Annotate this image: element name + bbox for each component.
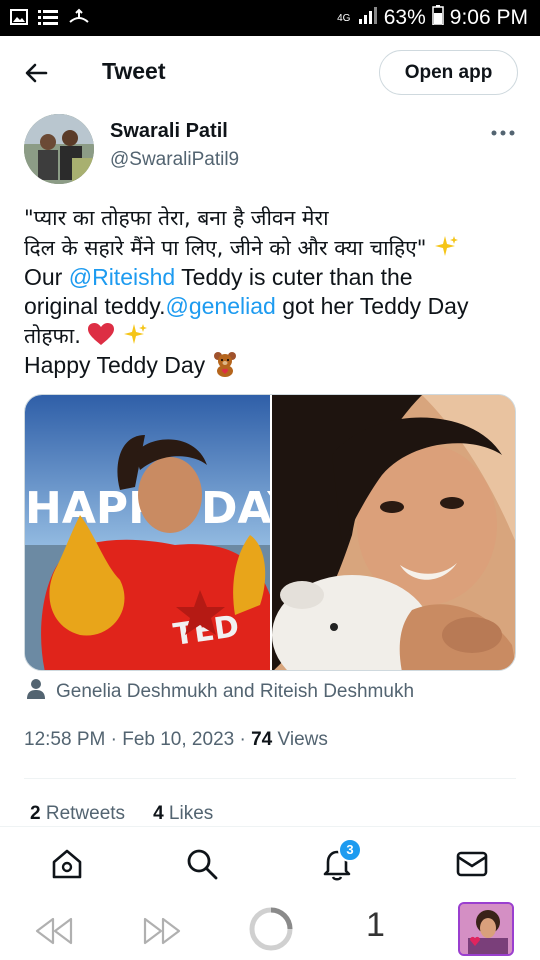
mention-riteishd[interactable]: @Riteishd — [69, 264, 175, 290]
open-app-button[interactable]: Open app — [379, 50, 518, 95]
tweet-line-text: Happy Teddy Day — [24, 352, 206, 378]
tweet-line-text: Our — [24, 264, 69, 290]
list-icon — [38, 9, 58, 30]
rewind-icon[interactable] — [34, 916, 74, 951]
tweet-line: "प्यार का तोहफा तेरा, बना है जीवन मेरा — [24, 206, 329, 230]
tweet-line-text: got her Teddy Day — [275, 293, 469, 319]
tweet-header: Tweet Open app — [0, 36, 540, 110]
signal-icon — [358, 6, 378, 30]
tweet-stats: 2 Retweets 4 Likes — [30, 803, 213, 825]
tagged-people[interactable]: Genelia Deshmukh and Riteish Deshmukh — [26, 678, 414, 706]
battery-icon — [432, 5, 444, 31]
likes-count: 4 — [153, 803, 164, 824]
notification-icons — [10, 8, 90, 31]
likes-stat[interactable]: 4 Likes — [153, 803, 213, 825]
fast-forward-icon[interactable] — [142, 916, 182, 951]
tweet-line: तोहफा. — [24, 321, 524, 351]
back-arrow-icon[interactable] — [22, 58, 52, 88]
notifications-badge: 3 — [338, 838, 362, 862]
browser-toolbar: 1 — [0, 896, 540, 960]
retweets-count: 2 — [30, 803, 41, 824]
tweet-line-text: Teddy is cuter than the — [175, 264, 413, 290]
tweet-line: दिल के सहारे मैंने पा लिए, जीने को और क्… — [24, 233, 524, 263]
tweet-line-text: दिल के सहारे मैंने पा लिए, जीने को और क्… — [24, 236, 427, 260]
sparkles-emoji — [426, 234, 458, 260]
more-options-icon[interactable] — [488, 124, 518, 142]
page-title: Tweet — [102, 58, 166, 84]
bottom-nav: 3 — [0, 826, 540, 896]
tweet-time[interactable]: 12:58 PM — [24, 729, 105, 750]
red-heart-emoji — [81, 322, 122, 348]
home-icon[interactable] — [50, 847, 84, 881]
media-image-riteish[interactable]: HAPPY DAY TED — [25, 395, 300, 670]
divider — [24, 778, 516, 779]
tweet-line: Happy Teddy Day — [24, 351, 524, 380]
battery-percent: 63% — [383, 6, 426, 29]
gallery-icon — [10, 9, 28, 30]
likes-label: Likes — [168, 803, 214, 824]
tweet-date[interactable]: Feb 10, 2023 — [122, 729, 234, 750]
hotspot-icon — [68, 8, 90, 31]
tweet-text: "प्यार का तोहफा तेरा, बना है जीवन मेरा द… — [24, 204, 524, 380]
person-icon — [26, 678, 46, 706]
media-caption-day: DAY — [201, 483, 270, 534]
network-type: 4G — [337, 12, 351, 24]
messages-icon[interactable] — [455, 847, 489, 881]
tab-thumbnail[interactable] — [458, 902, 514, 956]
tweet-line: original teddy.@geneliad got her Teddy D… — [24, 292, 524, 321]
views-label: Views — [277, 729, 328, 750]
teddy-bear-emoji — [212, 352, 238, 378]
tagged-names: Genelia Deshmukh and Riteish Deshmukh — [56, 681, 415, 702]
clock: 9:06 PM — [449, 6, 528, 29]
retweets-stat[interactable]: 2 Retweets — [30, 803, 125, 825]
author-handle[interactable]: @SwaraliPatil9 — [110, 149, 239, 171]
sparkles-emoji — [122, 322, 148, 348]
tweet-line-text: original teddy. — [24, 293, 166, 319]
avatar[interactable] — [24, 114, 94, 184]
loading-spinner-icon[interactable] — [248, 906, 294, 957]
tweet-line-text: तोहफा. — [24, 324, 81, 348]
author-name[interactable]: Swarali Patil — [110, 120, 228, 143]
views-count: 74 — [251, 729, 273, 750]
search-icon[interactable] — [185, 847, 219, 881]
tweet-media[interactable]: HAPPY DAY TED — [24, 394, 516, 671]
media-image-genelia[interactable] — [272, 395, 515, 670]
mention-geneliad[interactable]: @geneliad — [166, 293, 276, 319]
tab-count[interactable]: 1 — [366, 906, 385, 945]
tweet-meta: 12:58 PM · Feb 10, 2023 · 74 Views — [24, 729, 328, 750]
status-bar: 4G 63% 9:06 PM — [0, 0, 540, 36]
tweet-line: Our @Riteishd Teddy is cuter than the — [24, 263, 524, 292]
retweets-label: Retweets — [45, 803, 126, 824]
